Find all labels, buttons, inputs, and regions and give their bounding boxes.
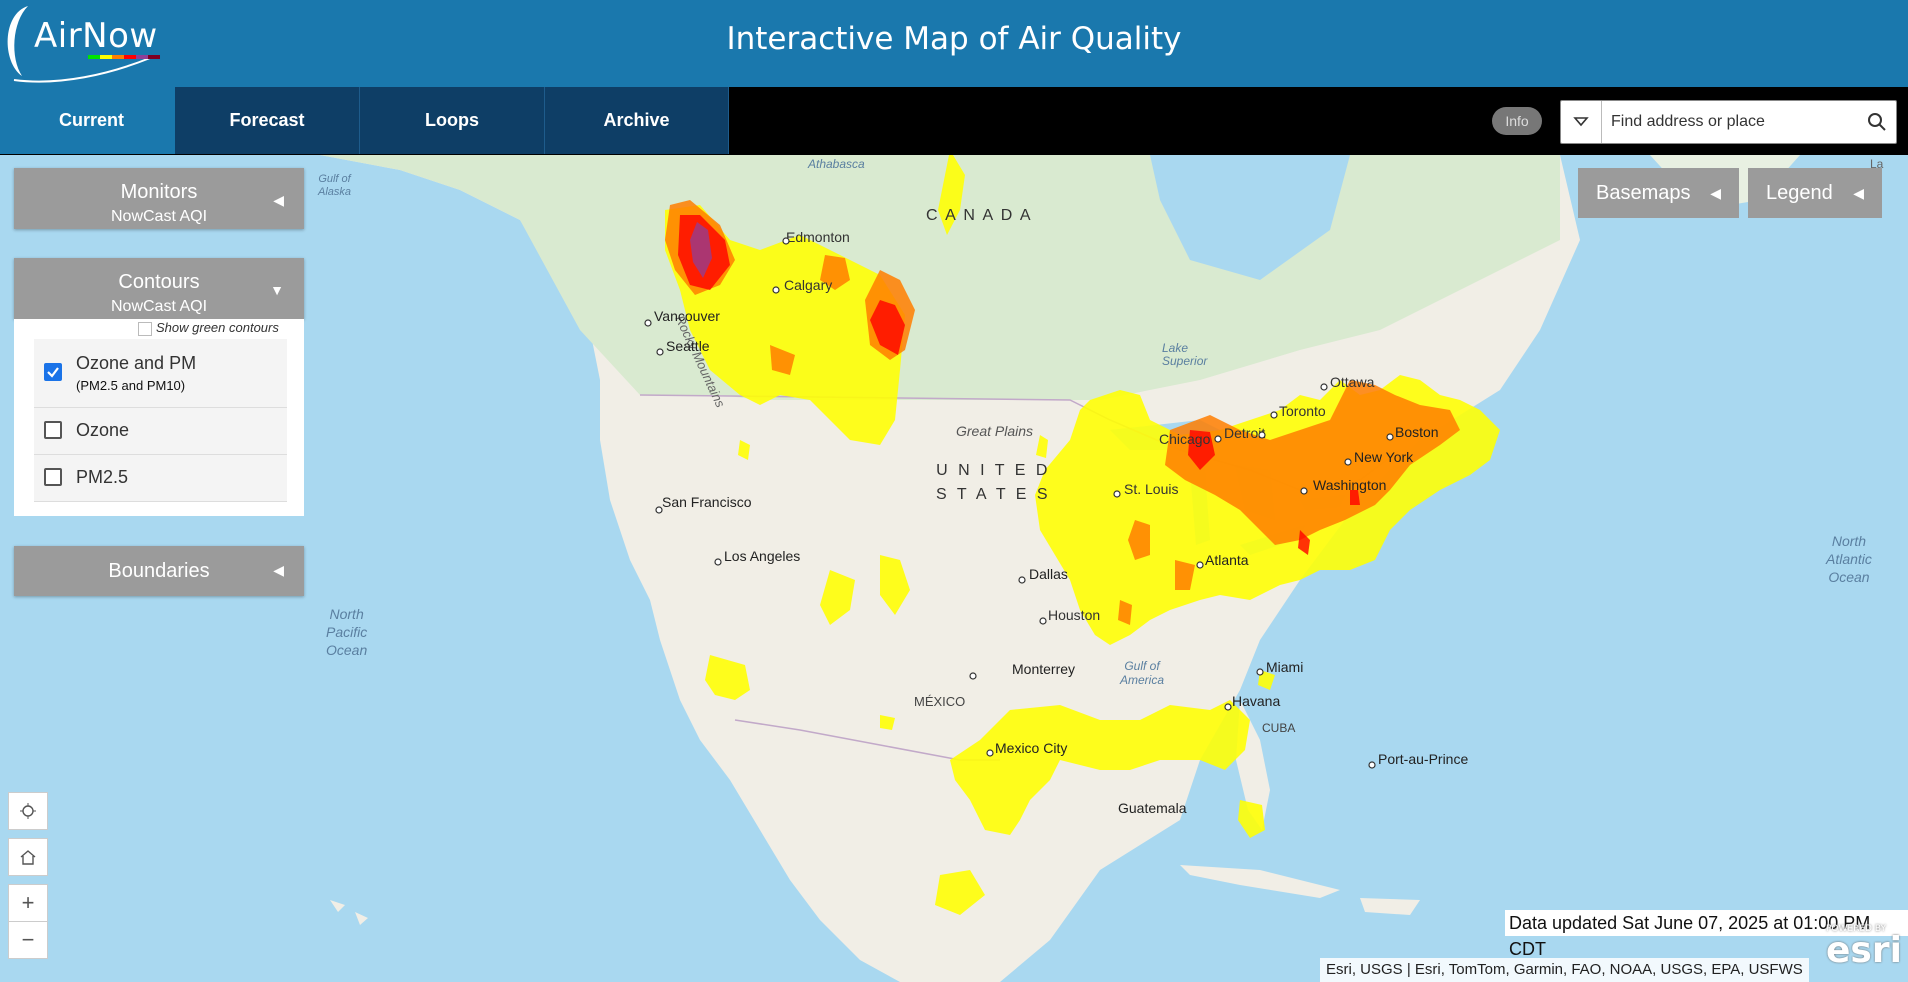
show-green-contours-checkbox[interactable] bbox=[138, 322, 152, 336]
label-great-plains: Great Plains bbox=[956, 423, 1034, 439]
pm25-checkbox[interactable] bbox=[44, 468, 62, 486]
label-north-pacific-ocean: North Pacific Ocean bbox=[326, 606, 368, 658]
city-los-angeles: Los Angeles bbox=[724, 548, 801, 564]
collapse-left-icon: ◀ bbox=[273, 562, 284, 578]
locate-icon bbox=[20, 803, 36, 819]
city-ottawa: Ottawa bbox=[1330, 374, 1375, 390]
city-seattle: Seattle bbox=[666, 338, 710, 354]
tab-archive[interactable]: Archive bbox=[545, 87, 729, 154]
basemaps-label: Basemaps bbox=[1596, 182, 1691, 204]
show-green-contours-label: Show green contours bbox=[156, 320, 279, 335]
city-atlanta: Atlanta bbox=[1205, 552, 1249, 568]
land-hawaii bbox=[330, 900, 368, 925]
tab-forecast[interactable]: Forecast bbox=[175, 87, 360, 154]
label-cuba: CUBA bbox=[1262, 721, 1296, 735]
city-san-francisco: San Francisco bbox=[662, 494, 752, 510]
basemaps-button[interactable]: Basemaps ◀ bbox=[1578, 168, 1739, 218]
city-washington: Washington bbox=[1313, 477, 1387, 493]
city-new-york: New York bbox=[1354, 449, 1414, 465]
map-attribution: Esri, USGS | Esri, TomTom, Garmin, FAO, … bbox=[1320, 958, 1809, 982]
city-monterrey: Monterrey bbox=[1012, 661, 1076, 677]
contour-option-pm25[interactable]: PM2.5 bbox=[34, 455, 287, 502]
city-guatemala: Guatemala bbox=[1118, 800, 1187, 816]
legend-button[interactable]: Legend ◀ bbox=[1748, 168, 1882, 218]
ozone-pm-sublabel: (PM2.5 and PM10) bbox=[76, 378, 186, 393]
search-button[interactable] bbox=[1864, 109, 1890, 135]
tab-current[interactable]: Current bbox=[0, 87, 184, 154]
esri-powered-by: POWERED BY bbox=[1826, 924, 1887, 934]
city-miami: Miami bbox=[1266, 659, 1304, 675]
ozone-pm-label: Ozone and PM bbox=[76, 353, 197, 373]
collapse-left-icon: ◀ bbox=[1710, 185, 1721, 201]
label-gulf-of-america: Gulf of America bbox=[1120, 659, 1165, 687]
boundaries-panel-header[interactable]: Boundaries ◀ bbox=[14, 546, 304, 596]
contours-subtitle: NowCast AQI bbox=[110, 298, 208, 315]
city-port-au-prince: Port-au-Prince bbox=[1378, 751, 1469, 767]
esri-logo-text: esri bbox=[1826, 930, 1902, 971]
label-canada: C A N A D A bbox=[926, 207, 1033, 224]
city-vancouver: Vancouver bbox=[654, 308, 720, 324]
ozone-pm-checkbox[interactable] bbox=[44, 363, 62, 381]
label-gulf-of-alaska: Gulf of Alaska bbox=[318, 173, 352, 198]
header: AirNow Interactive Map of Air Quality bbox=[0, 0, 1908, 87]
pm25-label: PM2.5 bbox=[76, 467, 129, 487]
land-cuba bbox=[1180, 865, 1340, 898]
label-mexico: MÉXICO bbox=[914, 694, 966, 709]
ozone-checkbox[interactable] bbox=[44, 421, 62, 439]
contours-panel-header[interactable]: Contours NowCast AQI ▼ bbox=[14, 258, 304, 319]
zoom-in-button[interactable]: + bbox=[8, 884, 48, 922]
esri-logo[interactable]: POWERED BY esri bbox=[1826, 924, 1902, 971]
monitors-subtitle: NowCast AQI bbox=[110, 208, 208, 225]
label-lake-superior: Lake Superior bbox=[1162, 341, 1208, 368]
home-button[interactable] bbox=[8, 838, 48, 876]
checkmark-icon bbox=[47, 367, 59, 378]
tab-loops[interactable]: Loops bbox=[360, 87, 545, 154]
page-title: Interactive Map of Air Quality bbox=[726, 21, 1182, 57]
land-hispaniola bbox=[1360, 898, 1420, 915]
contours-title: Contours bbox=[118, 271, 200, 293]
boundaries-title: Boundaries bbox=[108, 560, 210, 582]
nav-bar: Current Forecast Loops Archive Info bbox=[0, 87, 1908, 155]
city-houston: Houston bbox=[1048, 607, 1101, 623]
search-input[interactable] bbox=[1609, 109, 1853, 135]
chevron-down-icon bbox=[1573, 117, 1589, 127]
label-north-atlantic-ocean: North Atlantic Ocean bbox=[1826, 533, 1872, 585]
search-source-dropdown[interactable] bbox=[1561, 101, 1602, 143]
search-icon bbox=[1868, 113, 1886, 131]
contours-panel-body: Show green contours Ozone and PM (PM2.5 … bbox=[14, 319, 304, 516]
map-view[interactable]: Gulf of Alaska Athabasca C A N A D A Rock… bbox=[0, 155, 1908, 982]
city-edmonton: Edmonton bbox=[786, 229, 850, 245]
info-button[interactable]: Info bbox=[1492, 107, 1542, 135]
contour-option-ozone[interactable]: Ozone bbox=[34, 408, 287, 455]
expand-down-icon: ▼ bbox=[270, 282, 284, 298]
city-boston: Boston bbox=[1395, 424, 1439, 440]
locate-button[interactable] bbox=[8, 792, 48, 830]
label-united-states: U N I T E DS T A T E S bbox=[936, 462, 1051, 503]
city-detroit: Detroit bbox=[1224, 425, 1266, 441]
contour-option-ozone-pm[interactable]: Ozone and PM (PM2.5 and PM10) bbox=[34, 339, 287, 408]
city-st-louis: St. Louis bbox=[1124, 481, 1179, 497]
city-toronto: Toronto bbox=[1279, 403, 1326, 419]
ozone-label: Ozone bbox=[76, 420, 130, 440]
city-calgary: Calgary bbox=[784, 277, 833, 293]
city-havana: Havana bbox=[1232, 693, 1281, 709]
city-mexico-city: Mexico City bbox=[995, 740, 1068, 756]
city-chicago: Chicago bbox=[1159, 431, 1211, 447]
city-dallas: Dallas bbox=[1029, 566, 1068, 582]
home-icon bbox=[20, 850, 36, 865]
plus-icon: + bbox=[21, 890, 35, 915]
minus-icon: − bbox=[21, 927, 35, 952]
label-athabasca: Athabasca bbox=[808, 157, 865, 171]
monitors-panel-header[interactable]: Monitors NowCast AQI ◀ bbox=[14, 168, 304, 229]
search-box bbox=[1560, 100, 1897, 144]
collapse-left-icon: ◀ bbox=[1853, 185, 1864, 201]
monitors-title: Monitors bbox=[120, 181, 198, 203]
collapse-left-icon: ◀ bbox=[273, 192, 284, 208]
legend-label: Legend bbox=[1766, 182, 1833, 204]
zoom-out-button[interactable]: − bbox=[8, 921, 48, 959]
